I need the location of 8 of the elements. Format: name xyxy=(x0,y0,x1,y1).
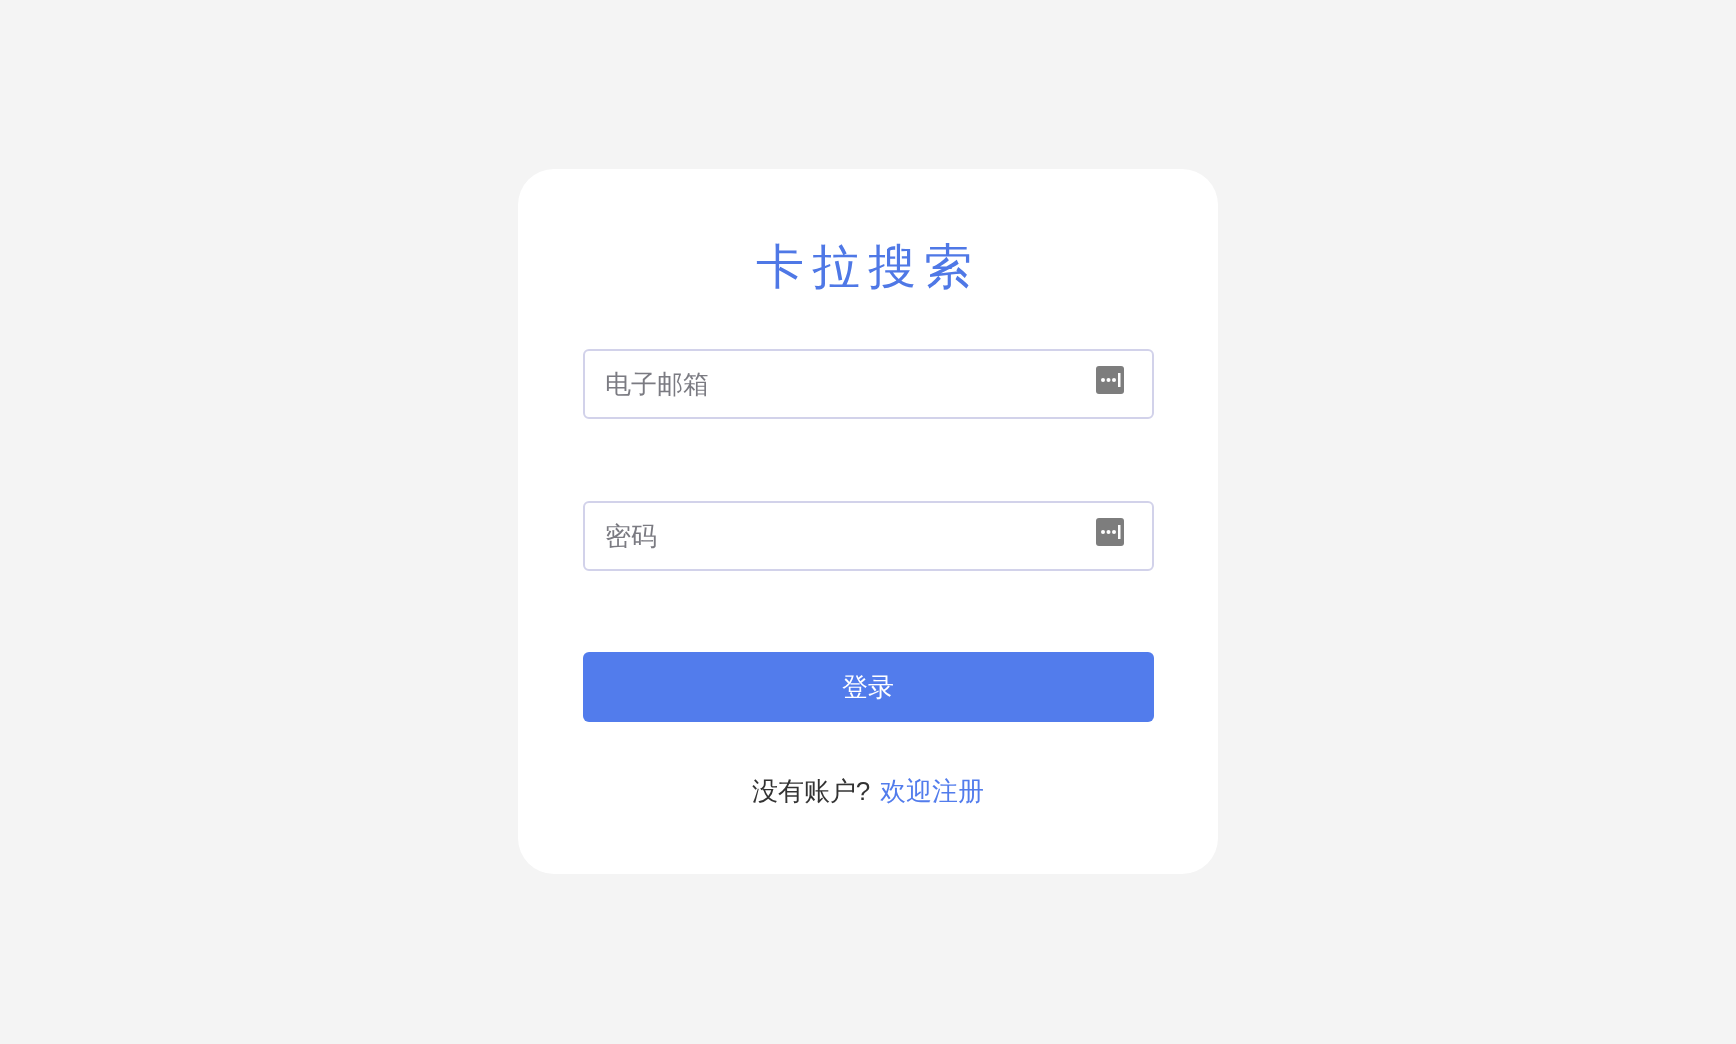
input-field[interactable]: 密码 xyxy=(582,501,1154,571)
input-field[interactable]: 电子邮箱 xyxy=(582,349,1154,419)
register-link[interactable]: 欢迎注册 xyxy=(880,772,985,811)
password-manager-icon[interactable] xyxy=(1095,366,1124,394)
login-button[interactable]: 登录 xyxy=(582,652,1154,722)
no-account-text: 没有账户? xyxy=(751,775,871,808)
password-manager-icon[interactable] xyxy=(1095,518,1124,546)
app-title: 卡拉搜索 xyxy=(756,239,980,295)
